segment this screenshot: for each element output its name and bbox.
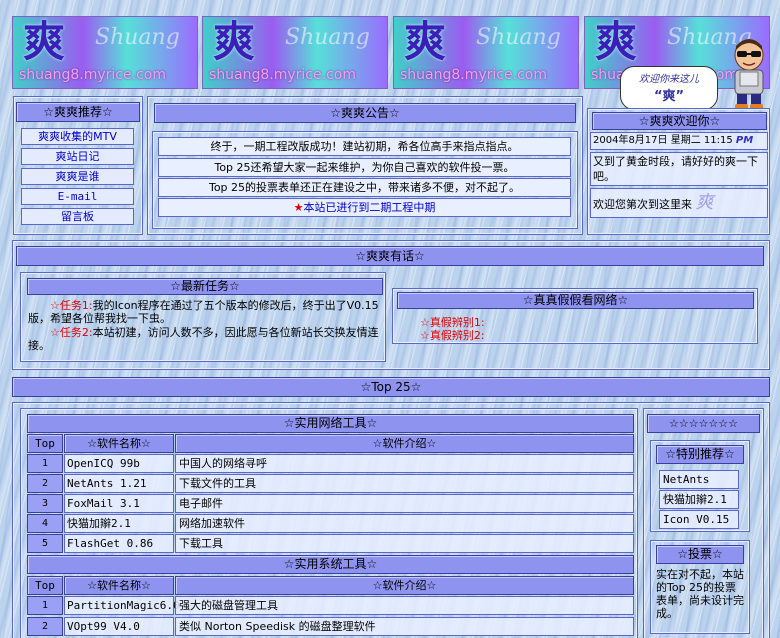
- notice-title: ☆爽爽公告☆: [154, 103, 576, 123]
- welcome-message: 又到了黄金时段，请好好的爽一下吧。: [590, 152, 768, 186]
- name-cell[interactable]: FlashGet 0.86: [64, 534, 174, 553]
- menu-item-email[interactable]: E-mail: [21, 188, 134, 205]
- rank-cell: 1: [27, 596, 63, 615]
- star-icon: ★: [293, 201, 304, 214]
- network-title: ☆实用网络工具☆: [27, 414, 634, 433]
- special-item-kuaimao[interactable]: 快猫加辮2.1: [659, 490, 739, 509]
- rank-cell: 2: [27, 617, 63, 636]
- welcome-title: ☆爽爽欢迎你☆: [592, 112, 767, 130]
- banner-url: shuang8.myrice.com: [209, 67, 356, 83]
- name-cell[interactable]: PartitionMagic6.0: [64, 596, 180, 615]
- name-cell[interactable]: FoxMail 3.1: [64, 494, 174, 513]
- task-2-label: ☆任务2:: [50, 326, 93, 339]
- name-cell[interactable]: NetAnts 1.21: [64, 474, 174, 493]
- network-col-top: Top: [27, 434, 63, 453]
- banner-3: 爽 Shuang shuang8.myrice.com: [393, 16, 579, 89]
- welcome-datetime: 2004年8月17日 星期二 11:15: [593, 135, 733, 146]
- visitor-glyph: 爽: [695, 192, 714, 213]
- visitor-prefix: 欢迎您第: [593, 198, 637, 211]
- banner-glyph: 爽: [595, 17, 638, 66]
- banner-2: 爽 Shuang shuang8.myrice.com: [202, 16, 388, 89]
- rank-cell: 3: [27, 494, 63, 513]
- tasks-title: ☆最新任务☆: [27, 278, 383, 295]
- recommend-title: ☆爽爽推荐☆: [16, 102, 140, 122]
- banner-script: Shuang: [476, 25, 561, 50]
- notice-highlight-row: ★本站已进行到二期工程中期: [158, 198, 571, 217]
- system-title: ☆实用系统工具☆: [27, 555, 634, 574]
- fake-item-2[interactable]: ☆真假辨别2:: [420, 327, 485, 343]
- system-col-top: Top: [27, 576, 63, 595]
- rank-cell: 5: [27, 534, 63, 553]
- rank-cell: 2: [27, 474, 63, 493]
- welcome-visitor-box: 欢迎您第次到这里来 爽: [590, 188, 768, 218]
- special-title: ☆特别推荐☆: [656, 445, 744, 464]
- side-stars: ☆☆☆☆☆☆☆: [647, 414, 760, 433]
- rank-cell: 4: [27, 514, 63, 533]
- system-col-desc: ☆软件介绍☆: [175, 576, 634, 595]
- banner-glyph: 爽: [213, 17, 256, 66]
- talk-title: ☆爽爽有话☆: [16, 246, 764, 266]
- task-2: ☆任务2:本站初建，访问人数不多，因此愿与各位新站长交换友情连接。: [28, 326, 380, 352]
- special-item-icon[interactable]: Icon V0.15: [659, 510, 739, 529]
- rank-cell: 1: [27, 454, 63, 473]
- desc-cell: 电子邮件: [175, 494, 634, 513]
- desc-cell: 下载工具: [175, 534, 634, 553]
- menu-item-diary[interactable]: 爽站日记: [21, 148, 134, 165]
- desc-cell: 强大的磁盘管理工具: [175, 596, 634, 615]
- visitor-suffix: 次到这里来: [637, 198, 692, 211]
- banner-glyph: 爽: [23, 17, 66, 66]
- desc-cell: 中国人的网络寻呼: [175, 454, 634, 473]
- speech-bubble: 欢迎你来这儿 “爽”: [620, 66, 718, 110]
- banner-glyph: 爽: [404, 17, 447, 66]
- special-item-netants[interactable]: NetAnts 1.21: [659, 470, 739, 503]
- task-1-label: ☆任务1:: [50, 299, 93, 312]
- notice-highlight[interactable]: 本站已进行到二期工程中期: [303, 201, 435, 214]
- menu-item-about[interactable]: 爽爽是谁: [21, 168, 134, 185]
- name-cell[interactable]: OpenICQ 99b: [64, 454, 174, 473]
- banner-url: shuang8.myrice.com: [19, 67, 166, 83]
- desc-cell: 网络加速软件: [175, 514, 634, 533]
- banner-url: shuang8.myrice.com: [400, 67, 547, 83]
- menu-item-mtv[interactable]: 爽爽收集的MTV: [21, 128, 134, 145]
- name-cell[interactable]: VOpt99 V4.0: [64, 617, 174, 636]
- network-col-name: ☆软件名称☆: [64, 434, 174, 453]
- bubble-line-1: 欢迎你来这儿: [639, 74, 699, 85]
- notice-line-1: 终于，一期工程改版成功！建站初期，希各位高手来指点指点。: [158, 137, 571, 156]
- task-1: ☆任务1:我的Icon程序在通过了五个版本的修改后，终于出了V0.15版，希望各…: [28, 299, 380, 325]
- welcome-ampm: PM: [735, 135, 754, 146]
- notice-line-2: Top 25还希望大家一起来维护，为你自己喜欢的软件投一票。: [158, 158, 571, 177]
- banner-script: Shuang: [95, 25, 180, 50]
- bubble-line-2: “爽”: [653, 89, 685, 104]
- desc-cell: 下载文件的工具: [175, 474, 634, 493]
- desc-cell: 类似 Norton Speedisk 的磁盘整理软件: [175, 617, 634, 636]
- banner-1: 爽 Shuang shuang8.myrice.com: [12, 16, 198, 89]
- system-col-name: ☆软件名称☆: [64, 576, 174, 595]
- mascot-icon: [727, 38, 771, 112]
- banner-script: Shuang: [285, 25, 370, 50]
- menu-item-guestbook[interactable]: 留言板: [21, 208, 134, 225]
- fake-title: ☆真真假假看网络☆: [397, 292, 754, 309]
- network-col-desc: ☆软件介绍☆: [175, 434, 634, 453]
- welcome-datetime-box: 2004年8月17日 星期二 11:15 PM: [590, 132, 768, 150]
- name-cell[interactable]: 快猫加辮2.1: [64, 514, 174, 533]
- notice-line-3: Top 25的投票表单还正在建设之中，带来诸多不便，对不起了。: [158, 178, 571, 197]
- top25-title: ☆Top 25☆: [12, 377, 770, 397]
- vote-title: ☆投票☆: [656, 545, 744, 564]
- vote-text: 实在对不起，本站的Top 25的投票表单，尚未设计完成。: [656, 568, 744, 620]
